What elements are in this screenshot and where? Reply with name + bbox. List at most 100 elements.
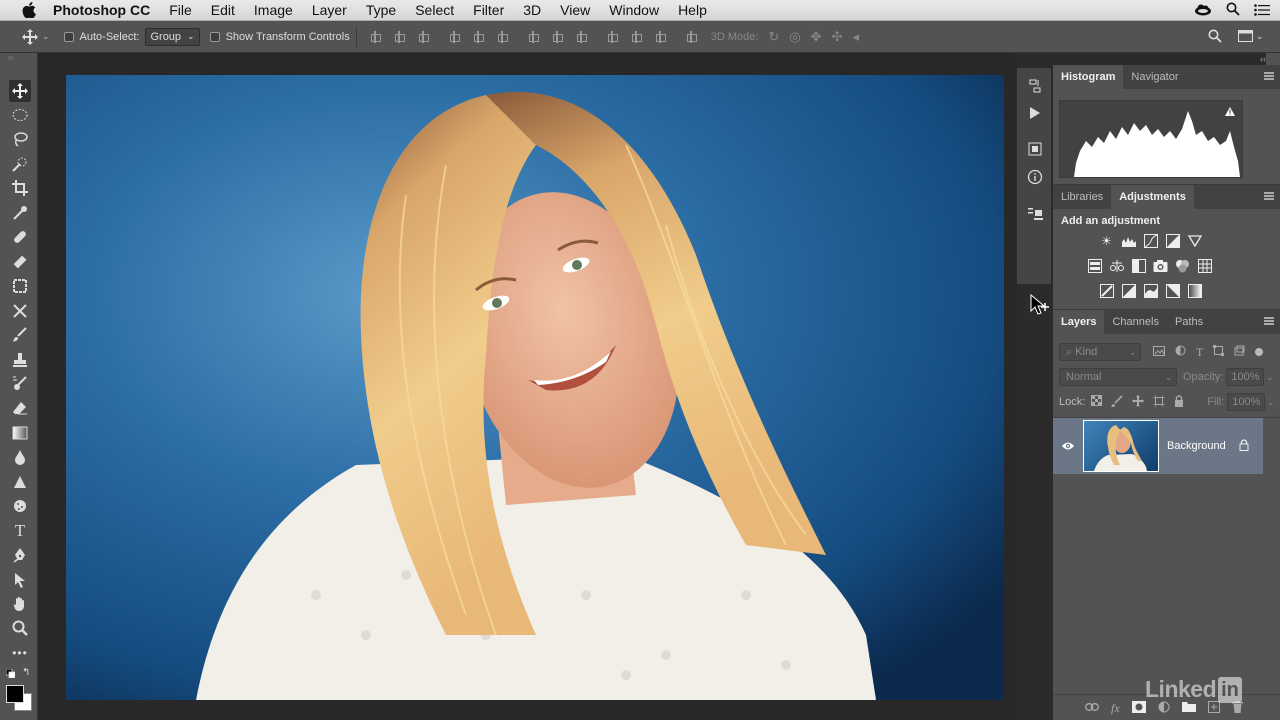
add-mask-icon[interactable] [1131,700,1146,716]
filter-shape-icon[interactable] [1213,345,1225,359]
filter-type-icon[interactable]: T [1196,345,1203,360]
notification-center-icon[interactable] [1254,3,1270,19]
layer-comps-icon[interactable] [1025,204,1045,224]
layer-row-background[interactable]: Background [1053,418,1263,474]
layer-name[interactable]: Background [1167,440,1226,452]
properties-panel-icon[interactable] [1025,139,1045,159]
panel-grip-icon[interactable]: ›› [0,53,37,63]
align-horizontal-centers-icon[interactable] [471,30,485,44]
menu-3d[interactable]: 3D [523,2,541,18]
align-vertical-centers-icon[interactable] [392,30,406,44]
workspace-switcher-icon[interactable]: ⌄ [1238,30,1264,42]
panel-scrollbar[interactable] [1267,418,1275,692]
new-group-icon[interactable] [1181,701,1196,715]
eyedropper-tool-icon[interactable] [9,202,31,224]
panel-menu-icon[interactable] [1264,192,1274,200]
gradient-map-icon[interactable] [1187,283,1202,298]
distribute-bottom-icon[interactable] [574,30,588,44]
lock-all-icon[interactable] [1174,394,1184,410]
chevron-down-icon[interactable]: ⌄ [1267,398,1274,407]
tab-paths[interactable]: Paths [1167,310,1211,334]
spotlight-search-icon[interactable] [1226,2,1240,19]
lock-position-icon[interactable] [1132,394,1145,410]
3d-drag-icon[interactable]: ✥ [811,29,822,45]
lock-artboard-icon[interactable] [1153,394,1166,410]
marquee-tool-icon[interactable] [9,104,31,126]
lock-transparent-icon[interactable] [1091,395,1103,409]
auto-align-layers-icon[interactable] [684,30,698,44]
menu-image[interactable]: Image [254,2,293,18]
panel-menu-icon[interactable] [1264,317,1274,325]
align-left-edges-icon[interactable] [447,30,461,44]
show-transform-option[interactable]: Show Transform Controls [209,31,350,43]
layer-thumbnail[interactable] [1083,420,1159,472]
menu-filter[interactable]: Filter [473,2,504,18]
foreground-color-swatch[interactable] [6,685,24,703]
hand-tool-icon[interactable] [9,593,31,615]
sharpen-tool-icon[interactable] [9,471,31,493]
auto-select-option[interactable]: Auto-Select: [63,31,139,43]
posterize-icon[interactable] [1121,283,1136,298]
blur-tool-icon[interactable] [9,446,31,468]
invert-icon[interactable] [1099,283,1114,298]
link-layers-icon[interactable] [1085,702,1099,714]
3d-scale-icon[interactable]: ◂ [852,29,859,45]
tab-layers[interactable]: Layers [1053,310,1105,334]
app-name[interactable]: Photoshop CC [53,2,150,18]
pen-tool-icon[interactable] [9,544,31,566]
filter-toggle-icon[interactable] [1255,348,1264,356]
auto-select-checkbox[interactable] [63,31,74,42]
actions-play-icon[interactable] [1025,103,1045,123]
swap-colors-icon[interactable]: ↰ [22,667,30,678]
3d-orbit-icon[interactable]: ↻ [768,29,779,45]
align-bottom-edges-icon[interactable] [416,30,430,44]
menu-select[interactable]: Select [415,2,454,18]
auto-select-target-dropdown[interactable]: Group ⌄ [145,27,200,46]
eye-visibility-icon[interactable] [1053,441,1083,451]
distribute-top-icon[interactable] [526,30,540,44]
quick-selection-tool-icon[interactable] [9,153,31,175]
edit-toolbar-icon[interactable]: ••• [9,642,31,664]
art-history-brush-icon[interactable] [9,373,31,395]
photo-filter-icon[interactable] [1153,258,1168,273]
default-colors-icon[interactable] [5,668,16,681]
hue-saturation-icon[interactable] [1087,258,1102,273]
distribute-left-icon[interactable] [605,30,619,44]
show-transform-checkbox[interactable] [209,31,220,42]
color-lookup-icon[interactable] [1197,258,1212,273]
selective-color-icon[interactable] [1165,283,1180,298]
search-icon[interactable] [1208,29,1222,46]
crop-tool-icon[interactable] [9,177,31,199]
clone-stamp-tool-icon[interactable] [9,275,31,297]
menu-type[interactable]: Type [366,2,396,18]
tab-adjustments[interactable]: Adjustments [1111,185,1194,209]
color-balance-icon[interactable] [1109,258,1124,273]
filter-pixel-icon[interactable] [1153,345,1165,359]
menu-layer[interactable]: Layer [312,2,347,18]
history-brush-tool-icon[interactable] [9,300,31,322]
align-top-edges-icon[interactable] [368,30,382,44]
menu-window[interactable]: Window [609,2,659,18]
apple-icon[interactable] [20,0,38,21]
filter-adjustment-icon[interactable] [1175,345,1186,359]
filter-smart-object-icon[interactable] [1234,345,1245,359]
menu-edit[interactable]: Edit [211,2,235,18]
layer-filter-dropdown[interactable]: ⌕ Kind ⌄ [1059,343,1141,361]
eraser-tool-icon[interactable] [9,397,31,419]
fill-field[interactable]: 100% [1227,393,1266,411]
chevron-down-icon[interactable]: ⌄ [1266,373,1273,382]
distribute-vertical-centers-icon[interactable] [550,30,564,44]
add-layer-style-icon[interactable]: fx [1111,701,1120,716]
brightness-contrast-icon[interactable]: ☀ [1099,233,1114,248]
history-panel-icon[interactable] [1025,76,1045,96]
vibrance-icon[interactable] [1187,233,1202,248]
lasso-tool-icon[interactable] [9,128,31,150]
collapse-right-panels-icon[interactable]: ‹‹ [1026,53,1266,65]
panel-menu-icon[interactable] [1264,72,1274,80]
document-canvas-area[interactable] [39,53,1015,720]
creative-cloud-icon[interactable] [1194,3,1212,19]
black-white-icon[interactable] [1131,258,1146,273]
move-tool-preset-icon[interactable]: ⌄ [22,28,50,45]
tab-channels[interactable]: Channels [1104,310,1166,334]
blend-mode-dropdown[interactable]: Normal ⌄ [1059,368,1177,386]
